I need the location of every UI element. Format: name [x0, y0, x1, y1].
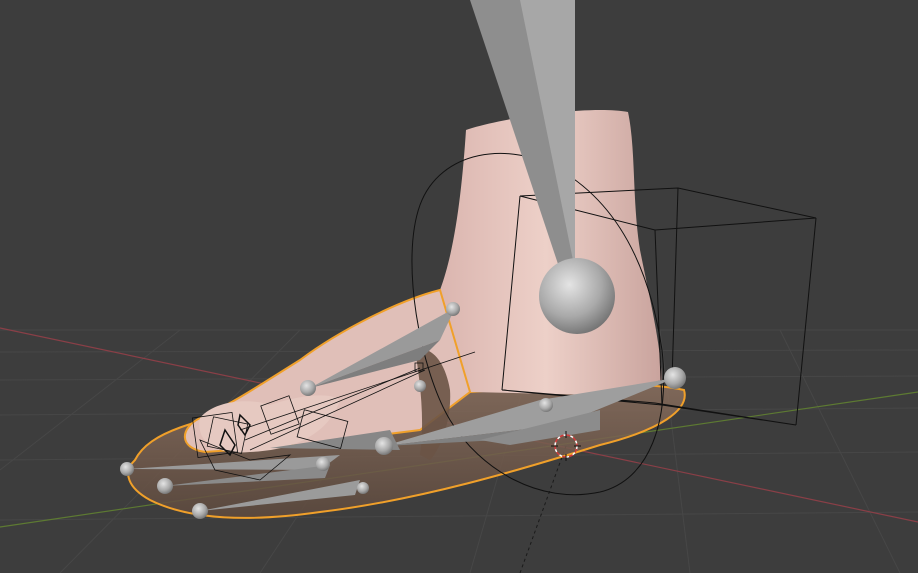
ankle-joint-ball[interactable]: [539, 258, 615, 334]
3d-viewport[interactable]: [0, 0, 918, 573]
viewport-canvas[interactable]: [0, 0, 918, 573]
